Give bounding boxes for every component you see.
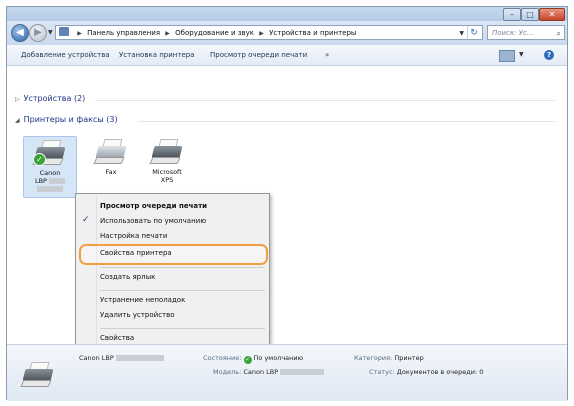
printer-icon [149,136,184,166]
details-status-row: Статус: Документов в очереди: 0 [369,368,483,376]
help-icon[interactable]: ? [544,50,554,60]
maximize-button[interactable]: □ [521,8,539,21]
add-device-button[interactable]: Добавление устройства [21,45,110,65]
breadcrumb-separator: ▶ [77,30,82,37]
details-state-row: Состояние: ✓ По умолчанию [203,354,303,364]
address-bar[interactable]: ▶ Панель управления ▶ Оборудование и зву… [55,25,483,40]
printer-microsoft-xps[interactable]: Microsoft XPS [141,136,193,184]
breadcrumb-control-panel[interactable]: Панель управления [87,29,160,37]
model-label: Модель: [213,368,242,376]
status-label: Статус: [369,368,395,376]
view-dropdown-icon[interactable]: ▼ [519,45,524,65]
details-category-row: Категория: Принтер [354,354,424,362]
printer-name-line3-row [24,185,76,193]
install-printer-button[interactable]: Установка принтера [119,45,194,65]
printer-name-line1: Fax [105,168,117,176]
redacted-text [280,369,325,375]
printer-canon[interactable]: ✓ Canon LBP [23,136,77,198]
printer-context-menu: Просмотр очереди печати ✓ Использовать п… [75,193,270,352]
details-pane: Canon LBP Состояние: ✓ По умолчанию Катег… [7,344,567,401]
group-devices[interactable]: ▷ Устройства (2) [15,94,555,103]
redacted-text [49,178,66,184]
status-value: Документов в очереди: 0 [396,368,484,376]
printer-fax[interactable]: Fax [85,136,137,176]
menu-item-troubleshoot[interactable]: Устранение неполадок [100,296,185,304]
refresh-icon[interactable]: ↻ [467,26,480,39]
navigation-bar: ◀ ▶ ▼ ▶ Панель управления ▶ Оборудование… [7,21,567,45]
recent-pages-dropdown[interactable]: ▼ [48,29,53,36]
printer-name-line1: Microsoft [152,168,182,176]
check-icon: ✓ [82,215,90,225]
fax-icon [93,136,128,166]
menu-separator [100,328,265,329]
redacted-text [37,186,63,192]
search-icon[interactable]: ⌕ [557,26,561,41]
default-check-icon: ✓ [243,356,252,364]
menu-item-printing-preferences[interactable]: Настройка печати [100,232,167,240]
group-divider [139,121,555,122]
category-value: Принтер [394,354,424,362]
printer-name-line1: Canon [39,169,61,177]
category-label: Категория: [354,354,393,362]
default-printer-check-icon: ✓ [33,153,46,166]
printer-large-icon [20,359,61,393]
menu-item-create-shortcut[interactable]: Создать ярлык [100,273,155,281]
title-bar: – □ ✕ [7,7,567,21]
command-bar: Добавление устройства Установка принтера… [7,45,567,66]
close-button[interactable]: ✕ [539,8,565,21]
breadcrumb-devices-printers[interactable]: Устройства и принтеры [269,29,356,37]
redacted-text [115,355,164,361]
printer-icon: ✓ [32,137,67,167]
state-label: Состояние: [203,354,242,362]
breadcrumb-hardware-sound[interactable]: Оборудование и звук [175,29,254,37]
view-print-queue-button[interactable]: Просмотр очереди печати [210,45,307,65]
minimize-button[interactable]: – [503,8,521,21]
menu-item-set-default[interactable]: Использовать по умолчанию [100,217,206,225]
menu-item-remove-device[interactable]: Удалить устройство [100,311,175,319]
forward-button[interactable]: ▶ [29,24,47,42]
collapse-arrow-icon[interactable]: ◢ [15,117,20,124]
menu-separator [100,267,265,268]
menu-item-view-queue[interactable]: Просмотр очереди печати [100,202,207,210]
group-devices-label: Устройства (2) [23,94,86,103]
printer-name-line2: XPS [160,176,174,184]
menu-item-printer-properties[interactable]: Свойства принтера [100,249,172,257]
printer-name-line2: LBP [34,177,47,185]
menu-separator [100,290,265,291]
breadcrumb-separator: ▶ [259,30,264,37]
change-view-icon[interactable] [499,50,515,62]
details-printer-name-row: Canon LBP [79,354,164,362]
control-panel-icon [59,27,69,36]
devices-and-printers-window: – □ ✕ ◀ ▶ ▼ ▶ Панель управления ▶ Оборуд… [6,6,568,401]
group-printers[interactable]: ◢ Принтеры и факсы (3) [15,115,555,124]
expand-arrow-icon[interactable]: ▷ [15,96,20,103]
group-printers-label: Принтеры и факсы (3) [23,115,118,124]
printer-name-line2-row: LBP [24,177,76,185]
more-commands-button[interactable]: » [325,45,329,65]
address-dropdown-icon[interactable]: ▼ [459,26,464,39]
state-value: По умолчанию [253,354,304,362]
search-input[interactable]: Поиск: Ус... ⌕ [487,25,565,40]
menu-icon-gutter [96,196,97,349]
group-divider [95,100,555,101]
details-printer-name: Canon LBP [79,354,114,362]
details-model-row: Модель: Canon LBP [213,368,325,376]
back-button[interactable]: ◀ [11,24,29,42]
menu-item-properties[interactable]: Свойства [100,334,134,342]
breadcrumb-separator: ▶ [165,30,170,37]
search-placeholder: Поиск: Ус... [492,29,534,37]
model-value: Canon LBP [243,368,279,376]
